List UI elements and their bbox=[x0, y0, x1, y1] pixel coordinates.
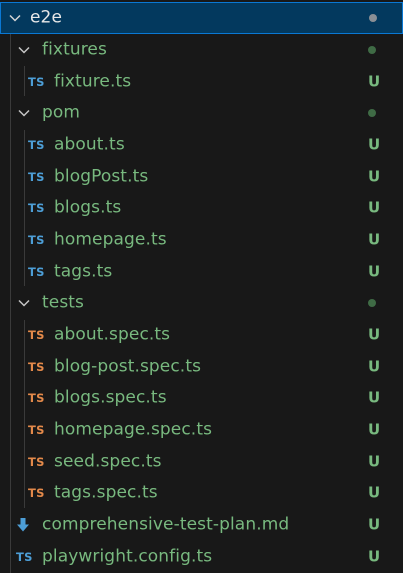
file-label: about.spec.ts bbox=[54, 324, 171, 345]
modified-dot bbox=[368, 299, 376, 308]
modified-dot bbox=[369, 14, 377, 22]
status-untracked: U bbox=[368, 72, 381, 91]
tree-file-blog-post-spec-ts[interactable]: TS blog-post.spec.ts U bbox=[0, 351, 403, 383]
typescript-test-icon: TS bbox=[28, 391, 45, 406]
status-untracked: U bbox=[368, 262, 381, 281]
explorer-panel: { "explorer": { "root": { "label": "e2e"… bbox=[0, 0, 403, 573]
file-label: comprehensive-test-plan.md bbox=[42, 514, 290, 535]
file-label: blogPost.ts bbox=[54, 166, 149, 187]
typescript-icon: TS bbox=[28, 169, 45, 184]
tree-folder-fixtures[interactable]: fixtures bbox=[0, 34, 403, 66]
tree-file-blogpost-ts[interactable]: TS blogPost.ts U bbox=[0, 161, 403, 193]
file-label: fixture.ts bbox=[54, 71, 132, 92]
modified-dot bbox=[368, 109, 376, 118]
typescript-test-icon: TS bbox=[28, 359, 45, 374]
typescript-icon: TS bbox=[28, 232, 45, 247]
status-untracked: U bbox=[368, 357, 381, 376]
file-label: about.ts bbox=[54, 134, 125, 155]
tree-file-homepage-ts[interactable]: TS homepage.ts U bbox=[0, 224, 403, 256]
chevron-down-icon[interactable] bbox=[16, 295, 32, 311]
tree-file-tags-spec-ts[interactable]: TS tags.spec.ts U bbox=[0, 478, 403, 510]
file-label: blogs.spec.ts bbox=[54, 388, 167, 409]
file-label: tags.spec.ts bbox=[54, 483, 158, 504]
tree-file-tags-ts[interactable]: TS tags.ts U bbox=[0, 256, 403, 288]
file-tree: e2e fixtures TS fixture.ts U pom TS abou… bbox=[0, 2, 403, 573]
file-label: homepage.ts bbox=[54, 229, 167, 250]
typescript-icon: TS bbox=[28, 137, 45, 152]
status-untracked: U bbox=[368, 515, 381, 534]
file-label: tags.ts bbox=[54, 261, 113, 282]
status-untracked: U bbox=[368, 198, 381, 217]
typescript-icon: TS bbox=[28, 201, 45, 216]
file-label: blog-post.spec.ts bbox=[54, 356, 202, 377]
tree-file-about-spec-ts[interactable]: TS about.spec.ts U bbox=[0, 319, 403, 351]
status-untracked: U bbox=[368, 230, 381, 249]
chevron-down-icon[interactable] bbox=[16, 105, 32, 121]
tree-file-playwright-config-ts[interactable]: TS playwright.config.ts U bbox=[0, 541, 403, 573]
typescript-test-icon: TS bbox=[28, 328, 45, 343]
file-label: playwright.config.ts bbox=[42, 546, 213, 567]
markdown-download-icon bbox=[16, 517, 30, 533]
modified-dot bbox=[368, 45, 376, 54]
folder-label: fixtures bbox=[42, 39, 107, 60]
file-label: blogs.ts bbox=[54, 197, 122, 218]
folder-label: pom bbox=[42, 102, 81, 123]
typescript-test-icon: TS bbox=[28, 454, 45, 469]
tree-folder-tests[interactable]: tests bbox=[0, 288, 403, 320]
status-untracked: U bbox=[368, 547, 381, 566]
status-untracked: U bbox=[368, 452, 381, 471]
tree-file-comprehensive-test-plan-md[interactable]: comprehensive-test-plan.md U bbox=[0, 509, 403, 541]
tree-file-about-ts[interactable]: TS about.ts U bbox=[0, 129, 403, 161]
typescript-test-icon: TS bbox=[28, 486, 45, 501]
tree-file-seed-spec-ts[interactable]: TS seed.spec.ts U bbox=[0, 446, 403, 478]
status-untracked: U bbox=[368, 325, 381, 344]
status-untracked: U bbox=[368, 135, 381, 154]
folder-label: tests bbox=[42, 292, 85, 313]
typescript-icon: TS bbox=[16, 549, 33, 564]
file-label: seed.spec.ts bbox=[54, 451, 162, 472]
status-untracked: U bbox=[368, 420, 381, 439]
folder-label: e2e bbox=[30, 7, 63, 28]
status-untracked: U bbox=[368, 167, 381, 186]
tree-file-blogs-spec-ts[interactable]: TS blogs.spec.ts U bbox=[0, 383, 403, 415]
status-untracked: U bbox=[368, 389, 381, 408]
typescript-test-icon: TS bbox=[28, 423, 45, 438]
file-label: homepage.spec.ts bbox=[54, 419, 213, 440]
tree-folder-e2e[interactable]: e2e bbox=[0, 2, 403, 34]
tree-file-blogs-ts[interactable]: TS blogs.ts U bbox=[0, 192, 403, 224]
tree-folder-pom[interactable]: pom bbox=[0, 97, 403, 129]
tree-file-fixture-ts[interactable]: TS fixture.ts U bbox=[0, 66, 403, 98]
chevron-down-icon[interactable] bbox=[7, 10, 23, 26]
tree-file-homepage-spec-ts[interactable]: TS homepage.spec.ts U bbox=[0, 414, 403, 446]
typescript-icon: TS bbox=[28, 264, 45, 279]
chevron-down-icon[interactable] bbox=[16, 42, 32, 58]
status-untracked: U bbox=[368, 484, 381, 503]
typescript-icon: TS bbox=[28, 74, 45, 89]
